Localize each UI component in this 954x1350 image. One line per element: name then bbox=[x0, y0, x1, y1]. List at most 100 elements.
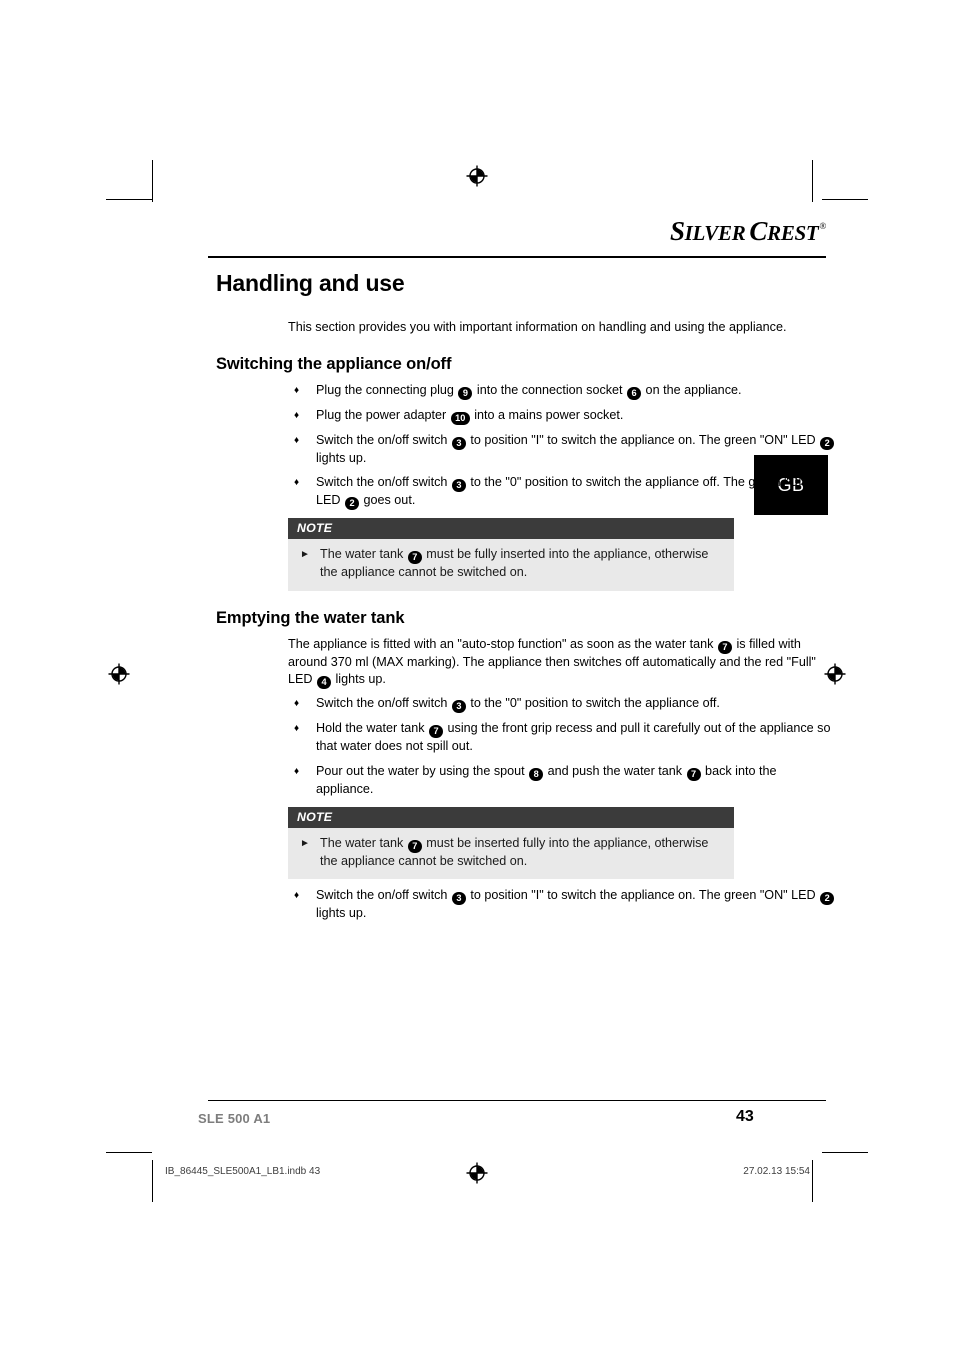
list-item: ♦ Hold the water tank 7 using the front g… bbox=[288, 720, 836, 756]
section-bullet-list: ♦ Switch the on/off switch 3 to the "0" p… bbox=[216, 695, 836, 798]
part-number-badge-8: 8 bbox=[529, 767, 544, 781]
diamond-bullet-icon: ♦ bbox=[294, 698, 300, 710]
print-timestamp: 27.02.13 15:54 bbox=[743, 1166, 810, 1177]
text-run: The water tank bbox=[320, 835, 407, 850]
note-heading: NOTE bbox=[288, 518, 734, 540]
text-run: lights up. bbox=[316, 450, 367, 465]
list-item: ♦ Switch the on/off switch 3 to the "0" p… bbox=[288, 695, 836, 714]
note-box: NOTE ► The water tank 7 must be inserted f… bbox=[288, 806, 734, 880]
part-number-badge-2: 2 bbox=[345, 497, 359, 511]
text-run: to the "0" position to switch the applia… bbox=[466, 696, 720, 711]
diamond-bullet-icon: ♦ bbox=[294, 477, 300, 489]
registration-mark-top bbox=[466, 165, 488, 187]
diamond-bullet-icon: ♦ bbox=[294, 890, 300, 902]
text-run: into a mains power socket. bbox=[470, 407, 624, 422]
part-number-badge-7: 7 bbox=[429, 725, 444, 739]
part-number-badge-3: 3 bbox=[451, 700, 466, 714]
part-number-badge-4: 4 bbox=[317, 676, 331, 690]
registered-trademark-icon: ® bbox=[819, 221, 826, 231]
sections-container: Switching the appliance on/off ♦ Plug the … bbox=[216, 355, 836, 923]
part-number-badge-7: 7 bbox=[407, 839, 422, 853]
crop-mark-bottom-right-horizontal bbox=[822, 1152, 868, 1154]
part-number-badge-7: 7 bbox=[717, 640, 732, 654]
part-number-badge-3: 3 bbox=[451, 436, 466, 450]
text-run: Switch the on/off switch bbox=[316, 475, 451, 490]
note-body: ► The water tank 7 must be fully inserted… bbox=[288, 539, 734, 591]
text-run: and push the water tank bbox=[544, 763, 686, 778]
crop-mark-top-right-vertical bbox=[812, 160, 814, 202]
crop-mark-bottom-right-vertical bbox=[812, 1160, 814, 1202]
footer-model-name: SLE 500 A1 bbox=[198, 1111, 271, 1126]
list-item: ♦ Plug the connecting plug 9 into the con… bbox=[288, 382, 836, 400]
text-run: The appliance is fitted with an "auto-st… bbox=[288, 636, 717, 651]
section-bullet-list: ♦ Plug the connecting plug 9 into the con… bbox=[216, 382, 836, 511]
list-item: ♦ Plug the power adapter 10 into a mains … bbox=[288, 407, 836, 425]
header-divider bbox=[208, 256, 826, 258]
arrow-bullet-icon: ► bbox=[300, 549, 310, 561]
diamond-bullet-icon: ♦ bbox=[294, 384, 300, 396]
part-number-badge-6: 6 bbox=[627, 386, 642, 400]
text-run: to position "I" to switch the appliance … bbox=[466, 888, 820, 903]
registration-mark-left bbox=[108, 663, 130, 685]
document-page: SILVER CREST® GB Handling and use This se… bbox=[0, 0, 954, 1350]
text-run: into the connection socket bbox=[473, 382, 627, 397]
part-number-badge-3: 3 bbox=[451, 479, 466, 493]
registration-mark-bottom bbox=[466, 1162, 488, 1184]
text-run: Pour out the water by using the spout bbox=[316, 763, 529, 778]
part-number-badge-10: 10 bbox=[450, 411, 470, 425]
part-number-badge-9: 9 bbox=[458, 386, 473, 400]
text-run: The water tank bbox=[320, 547, 407, 562]
crop-mark-top-right-horizontal bbox=[822, 199, 868, 201]
main-content: Handling and use This section provides y… bbox=[216, 270, 836, 930]
part-number-badge-7: 7 bbox=[407, 551, 422, 565]
note-list-item: ► The water tank 7 must be inserted fully… bbox=[298, 835, 724, 871]
crop-mark-bottom-left-horizontal bbox=[106, 1152, 152, 1154]
crop-mark-top-left-horizontal bbox=[106, 199, 152, 201]
section-trailing-bullet-list: ♦ Switch the on/off switch 3 to position … bbox=[216, 887, 836, 923]
list-item: ♦ Pour out the water by using the spout 8… bbox=[288, 763, 836, 799]
text-run: Plug the power adapter bbox=[316, 407, 450, 422]
text-run: Switch the on/off switch bbox=[316, 432, 451, 447]
text-run: Plug the connecting plug bbox=[316, 382, 458, 397]
diamond-bullet-icon: ♦ bbox=[294, 409, 300, 421]
note-list-item: ► The water tank 7 must be fully inserted… bbox=[298, 546, 724, 582]
part-number-badge-7: 7 bbox=[686, 767, 701, 781]
part-number-badge-2: 2 bbox=[820, 436, 835, 450]
note-box: NOTE ► The water tank 7 must be fully inse… bbox=[288, 518, 734, 591]
diamond-bullet-icon: ♦ bbox=[294, 434, 300, 446]
crop-mark-bottom-left-vertical bbox=[152, 1160, 154, 1202]
section-heading: Emptying the water tank bbox=[216, 608, 405, 627]
text-run: to position "I" to switch the appliance … bbox=[466, 432, 820, 447]
text-run: on the appliance. bbox=[642, 382, 742, 397]
intro-paragraph: This section provides you with important… bbox=[288, 320, 787, 334]
diamond-bullet-icon: ♦ bbox=[294, 723, 300, 735]
text-run: Switch the on/off switch bbox=[316, 696, 451, 711]
page-title: Handling and use bbox=[216, 270, 405, 296]
note-body: ► The water tank 7 must be inserted fully… bbox=[288, 827, 734, 880]
note-heading: NOTE bbox=[288, 806, 734, 828]
note-list: ► The water tank 7 must be fully inserted… bbox=[298, 546, 724, 582]
text-run: lights up. bbox=[316, 906, 367, 921]
section-intro-paragraph: The appliance is fitted with an "auto-st… bbox=[216, 636, 836, 690]
silvercrest-logo: SILVER CREST® bbox=[216, 216, 826, 247]
logo-text-ilver: ILVER bbox=[684, 221, 746, 245]
logo-letter-s: S bbox=[669, 216, 685, 246]
list-item: ♦ Switch the on/off switch 3 to position … bbox=[288, 432, 836, 468]
list-item: ♦ Switch the on/off switch 3 to position … bbox=[288, 887, 836, 923]
print-source-filename: IB_86445_SLE500A1_LB1.indb 43 bbox=[165, 1166, 321, 1177]
crop-mark-top-left-vertical bbox=[152, 160, 154, 202]
text-run: Hold the water tank bbox=[316, 721, 429, 736]
section-heading: Switching the appliance on/off bbox=[216, 354, 452, 373]
text-run: goes out. bbox=[360, 493, 416, 508]
footer-page-number: 43 bbox=[736, 1108, 754, 1125]
footer-divider bbox=[208, 1100, 826, 1102]
text-run: Switch the on/off switch bbox=[316, 888, 451, 903]
part-number-badge-2: 2 bbox=[820, 892, 835, 906]
text-run: lights up. bbox=[332, 672, 386, 687]
arrow-bullet-icon: ► bbox=[300, 837, 310, 849]
logo-letter-c: C bbox=[749, 216, 768, 246]
list-item: ♦ Switch the on/off switch 3 to the "0" p… bbox=[288, 474, 836, 511]
logo-text-rest: REST bbox=[767, 221, 819, 245]
diamond-bullet-icon: ♦ bbox=[294, 765, 300, 777]
note-list: ► The water tank 7 must be inserted fully… bbox=[298, 835, 724, 871]
